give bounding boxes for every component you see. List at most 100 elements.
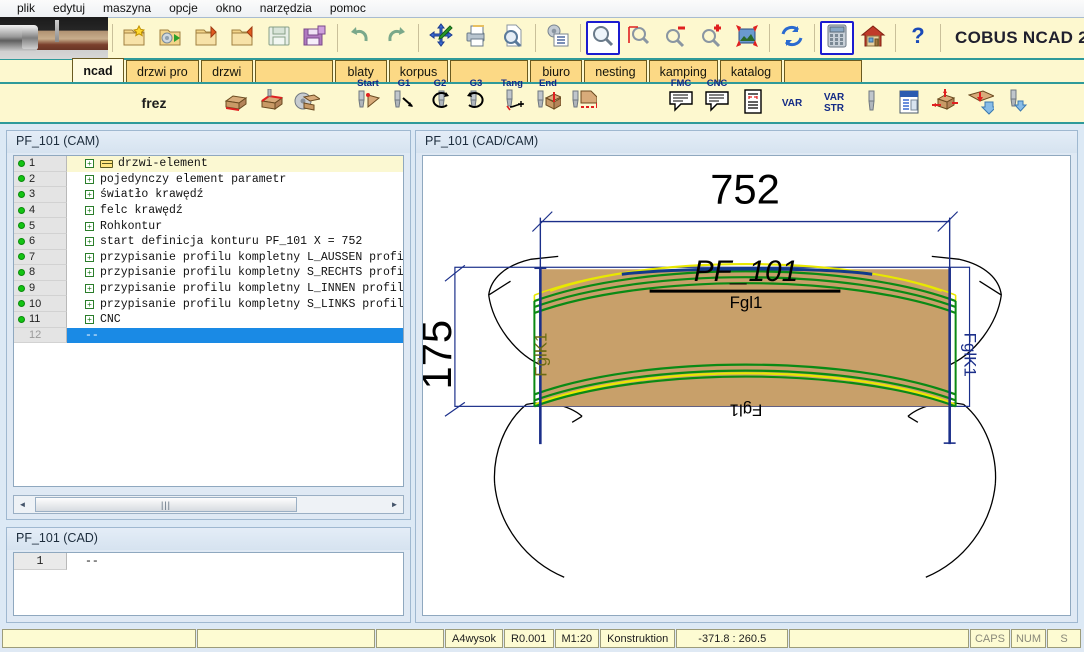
path-tangent-button[interactable]: Tang xyxy=(495,79,529,121)
expand-plus-icon[interactable]: + xyxy=(85,284,94,294)
tab-drzwi-pro[interactable]: drzwi pro xyxy=(126,60,199,82)
table-row[interactable]: 2 + pojedynczy element parametr xyxy=(14,171,403,188)
row-content-cell[interactable]: -- xyxy=(67,327,403,344)
drawing-canvas[interactable]: 752 175 PF_101 Fgl1 Fgl1 FglK1 FglK1 xyxy=(422,155,1071,616)
expand-plus-icon[interactable]: + xyxy=(85,221,94,231)
save-all-button[interactable] xyxy=(298,21,332,55)
table-row[interactable]: 10 + przypisanie profilu kompletny S_LINKS… xyxy=(14,296,403,312)
scroll-left-icon[interactable]: ◄ xyxy=(14,496,31,513)
cam-horizontal-scrollbar[interactable]: ◄ ||| ► xyxy=(13,495,404,514)
refresh-button[interactable] xyxy=(775,21,809,55)
menu-item-maszyna[interactable]: maszyna xyxy=(94,0,160,17)
table-row[interactable]: 7 + przypisanie profilu kompletny L_AUSSEN… xyxy=(14,249,403,266)
contour-button[interactable] xyxy=(567,85,601,121)
cam-tree-list[interactable]: 1 + drzwi-element 2 + pojedynczy element para… xyxy=(13,155,404,487)
var-button[interactable]: VAR xyxy=(772,85,812,121)
tab-nesting[interactable]: nesting xyxy=(584,60,647,82)
saw-blade-button[interactable] xyxy=(290,85,324,121)
tab-katalog[interactable]: katalog xyxy=(719,60,783,82)
tool-drop-button[interactable] xyxy=(1000,85,1034,121)
row-content-cell[interactable]: + pojedynczy element parametr xyxy=(67,172,403,188)
redo-button[interactable] xyxy=(379,21,413,55)
row-content-cell[interactable]: + felc krawędź xyxy=(67,203,403,219)
report-button[interactable] xyxy=(892,85,926,121)
expand-plus-icon[interactable]: + xyxy=(85,159,94,169)
table-row[interactable]: 12 -- xyxy=(14,327,403,344)
expand-plus-icon[interactable]: + xyxy=(85,268,94,278)
path-g3-button[interactable]: G3 xyxy=(459,79,493,121)
zoom-region-button[interactable] xyxy=(622,21,656,55)
settings-button[interactable] xyxy=(541,21,575,55)
box-axes-button[interactable] xyxy=(928,85,962,121)
menu-item-pomoc[interactable]: pomoc xyxy=(321,0,375,17)
blank-part-button[interactable] xyxy=(218,85,252,121)
cnc-macro-button[interactable]: CNC xyxy=(700,79,734,121)
magnifier-icon xyxy=(590,23,616,54)
row-content-cell[interactable]: + przypisanie profilu kompletny S_RECHTS … xyxy=(67,265,403,281)
zoom-fit-button[interactable] xyxy=(730,21,764,55)
menu-item-edytuj[interactable]: edytuj xyxy=(44,0,94,17)
table-row[interactable]: 3 + światło krawędź xyxy=(14,187,403,203)
export-button[interactable] xyxy=(226,21,260,55)
expand-plus-icon[interactable]: + xyxy=(85,299,94,309)
tool-library-button[interactable] xyxy=(856,85,890,121)
path-g1-button[interactable]: G1 xyxy=(387,79,421,121)
tab-drzwi[interactable]: drzwi xyxy=(200,60,253,82)
table-row[interactable]: 6 + start definicja konturu PF_101 X = 752 xyxy=(14,233,403,250)
path-start-button[interactable]: Start xyxy=(351,79,385,121)
undo-button[interactable] xyxy=(343,21,377,55)
var-str-button[interactable]: VAR STR xyxy=(814,85,854,121)
menu-item-okno[interactable]: okno xyxy=(207,0,251,17)
move-edit-button[interactable] xyxy=(424,21,458,55)
table-row[interactable]: 1 + drzwi-element xyxy=(14,156,403,172)
tab-blank-3[interactable] xyxy=(254,60,333,82)
path-end-button[interactable]: End xyxy=(531,79,565,121)
row-content-cell[interactable]: + drzwi-element xyxy=(67,156,403,172)
scrollbar-track[interactable]: ||| xyxy=(31,496,386,513)
scrollbar-thumb[interactable]: ||| xyxy=(35,497,297,512)
open-project-button[interactable] xyxy=(154,21,188,55)
zoom-in-button[interactable] xyxy=(694,21,728,55)
expand-plus-icon[interactable]: + xyxy=(85,315,94,325)
menu-item-narz-dzia[interactable]: narzędzia xyxy=(251,0,321,17)
scroll-right-icon[interactable]: ► xyxy=(386,496,403,513)
mill-edge-button[interactable] xyxy=(254,85,288,121)
row-content-cell[interactable]: + Rohkontur xyxy=(67,218,403,234)
table-row[interactable]: 8 + przypisanie profilu kompletny S_RECHTS… xyxy=(14,265,403,281)
new-file-button[interactable] xyxy=(118,21,152,55)
save-button[interactable] xyxy=(262,21,296,55)
expand-plus-icon[interactable]: + xyxy=(85,252,94,262)
home-button[interactable] xyxy=(856,21,890,55)
table-row[interactable]: 9 + przypisanie profilu kompletny L_INNEN … xyxy=(14,280,403,297)
menu-item-plik[interactable]: plik xyxy=(8,0,44,17)
row-content-cell[interactable]: + CNC xyxy=(67,312,403,328)
zoom-window-button[interactable] xyxy=(586,21,620,55)
calculator-button[interactable] xyxy=(820,21,854,55)
row-content-cell[interactable]: + przypisanie profilu kompletny L_AUSSEN … xyxy=(67,250,403,266)
zoom-out-button[interactable] xyxy=(658,21,692,55)
row-content-cell[interactable]: + przypisanie profilu kompletny S_LINKS p… xyxy=(67,296,403,312)
row-content-cell[interactable]: + przypisanie profilu kompletny L_INNEN p… xyxy=(67,281,403,297)
cad-list[interactable]: 1 -- xyxy=(13,552,404,616)
row-content-cell[interactable]: + światło krawędź xyxy=(67,187,403,203)
expand-plus-icon[interactable]: + xyxy=(85,190,94,200)
print-preview-button[interactable] xyxy=(496,21,530,55)
print-button[interactable] xyxy=(460,21,494,55)
list-item[interactable]: 1 -- xyxy=(14,553,403,570)
import-button[interactable] xyxy=(190,21,224,55)
nc-listing-button[interactable] xyxy=(736,85,770,121)
table-row[interactable]: 5 + Rohkontur xyxy=(14,218,403,234)
tab-blank-11[interactable] xyxy=(784,60,863,82)
table-row[interactable]: 11 + CNC xyxy=(14,311,403,328)
row-content-cell[interactable]: + start definicja konturu PF_101 X = 752 xyxy=(67,234,403,250)
menu-item-opcje[interactable]: opcje xyxy=(160,0,207,17)
help-button[interactable]: ? xyxy=(901,21,935,55)
expand-plus-icon[interactable]: + xyxy=(85,206,94,216)
table-row[interactable]: 4 + felc krawędź xyxy=(14,202,403,219)
tab-ncad[interactable]: ncad xyxy=(72,58,124,82)
fmc-macro-button[interactable]: FMC xyxy=(664,79,698,121)
expand-plus-icon[interactable]: + xyxy=(85,174,94,184)
path-g2-button[interactable]: G2 xyxy=(423,79,457,121)
expand-plus-icon[interactable]: + xyxy=(85,237,94,247)
surface-drop-button[interactable] xyxy=(964,85,998,121)
